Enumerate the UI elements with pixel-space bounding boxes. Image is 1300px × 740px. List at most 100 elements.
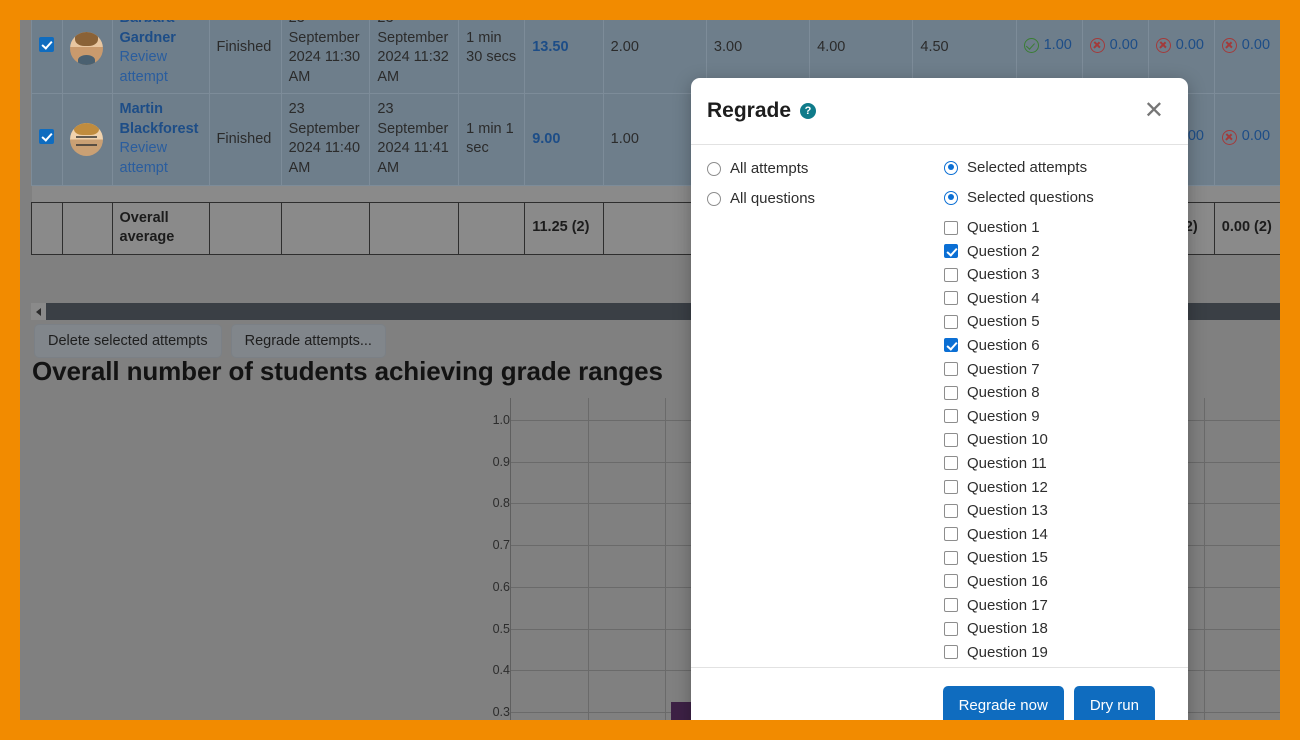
question-checkbox-item-1[interactable]: Question 1 [944, 219, 1170, 236]
question-label: Question 14 [967, 526, 1048, 543]
question-checkbox[interactable] [944, 456, 958, 470]
row-checkbox[interactable] [39, 129, 54, 144]
selection-radio-option-2[interactable]: Selected questions [944, 189, 1170, 206]
y-axis-tick: 0.3 [493, 705, 510, 719]
question-checkbox[interactable] [944, 551, 958, 565]
radio-button[interactable] [944, 191, 958, 205]
question-checkbox-item-14[interactable]: Question 14 [944, 526, 1170, 543]
duration-cell: 1 min 1 sec [459, 94, 525, 185]
row-select-cell[interactable] [32, 94, 63, 185]
question-checkbox-item-6[interactable]: Question 6 [944, 337, 1170, 354]
close-icon[interactable]: ✕ [1140, 97, 1168, 125]
started-cell: 23 September 2024 11:30 AM [281, 20, 370, 94]
question-label: Question 4 [967, 290, 1040, 307]
question-checkbox-item-15[interactable]: Question 15 [944, 549, 1170, 566]
avatar [70, 32, 103, 65]
question-checkbox[interactable] [944, 244, 958, 258]
question-checkbox-item-16[interactable]: Question 16 [944, 573, 1170, 590]
question-checkbox[interactable] [944, 433, 958, 447]
question-label: Question 5 [967, 313, 1040, 330]
question-label: Question 13 [967, 502, 1048, 519]
question-checkbox[interactable] [944, 598, 958, 612]
grade-cell: 9.00 [525, 94, 603, 185]
question-checkbox[interactable] [944, 315, 958, 329]
y-axis-tick: 0.8 [493, 496, 510, 510]
dry-run-button[interactable]: Dry run [1074, 686, 1155, 720]
avatar-cell [62, 94, 112, 185]
row-checkbox[interactable] [39, 37, 54, 52]
radio-button[interactable] [707, 162, 721, 176]
question-checkbox[interactable] [944, 291, 958, 305]
question-checkbox[interactable] [944, 409, 958, 423]
row-select-cell[interactable] [32, 20, 63, 94]
radio-button[interactable] [944, 161, 958, 175]
question-label: Question 12 [967, 479, 1048, 496]
question-label: Question 7 [967, 361, 1040, 378]
question-checkbox[interactable] [944, 338, 958, 352]
question-checkbox[interactable] [944, 504, 958, 518]
student-surname-link[interactable]: Blackforest [120, 120, 202, 140]
grid-line-vertical [665, 398, 666, 720]
question-mark-cell: 0.00 [1214, 20, 1280, 94]
student-surname-link[interactable]: Gardner [120, 29, 202, 49]
student-name-link[interactable]: Martin [120, 100, 202, 120]
question-checkbox-item-18[interactable]: Question 18 [944, 620, 1170, 637]
question-mark-icon[interactable]: ? [800, 103, 816, 119]
state-cell: Finished [209, 94, 281, 185]
average-label: Overall average [112, 202, 209, 254]
question-checkbox-item-10[interactable]: Question 10 [944, 431, 1170, 448]
selection-radio-option-1[interactable]: Selected attempts [944, 159, 1170, 176]
question-checkbox-item-3[interactable]: Question 3 [944, 266, 1170, 283]
question-checkbox-item-13[interactable]: Question 13 [944, 502, 1170, 519]
grade-cell: 13.50 [525, 20, 603, 94]
question-checkbox-item-17[interactable]: Question 17 [944, 597, 1170, 614]
question-label: Question 16 [967, 573, 1048, 590]
question-checkbox[interactable] [944, 362, 958, 376]
regrade-now-button[interactable]: Regrade now [943, 686, 1064, 720]
question-checkbox-item-9[interactable]: Question 9 [944, 408, 1170, 425]
question-mark-cell: 0.00 [1214, 94, 1280, 185]
question-checkbox[interactable] [944, 622, 958, 636]
radio-label: Selected questions [967, 189, 1094, 206]
scope-radio-option-1[interactable]: All attempts [707, 160, 944, 177]
question-label: Question 1 [967, 219, 1040, 236]
question-checkbox[interactable] [944, 480, 958, 494]
question-checkbox-item-7[interactable]: Question 7 [944, 361, 1170, 378]
review-attempt-link[interactable]: Review attempt [120, 48, 202, 87]
scope-radio-option-2[interactable]: All questions [707, 190, 944, 207]
y-axis-tick: 0.6 [493, 580, 510, 594]
mark-value: 0.00 [1242, 127, 1270, 147]
question-checkbox-item-11[interactable]: Question 11 [944, 455, 1170, 472]
student-name-link[interactable]: Barbara [120, 20, 202, 29]
radio-button[interactable] [707, 192, 721, 206]
question-label: Question 6 [967, 337, 1040, 354]
question-checkbox-item-2[interactable]: Question 2 [944, 243, 1170, 260]
question-checkbox[interactable] [944, 386, 958, 400]
grid-line-vertical [1204, 398, 1205, 720]
mark-value: 0.00 [1110, 36, 1138, 56]
average-grade: 11.25 (2) [525, 202, 603, 254]
y-axis-tick: 0.9 [493, 455, 510, 469]
question-checkbox-item-5[interactable]: Question 5 [944, 313, 1170, 330]
question-checkbox[interactable] [944, 221, 958, 235]
avatar [70, 123, 103, 156]
question-checkbox-item-4[interactable]: Question 4 [944, 290, 1170, 307]
question-checkbox-item-8[interactable]: Question 8 [944, 384, 1170, 401]
modal-header: Regrade ? ✕ [691, 78, 1188, 145]
question-checkbox-item-19[interactable]: Question 19 [944, 644, 1170, 661]
question-checkbox[interactable] [944, 645, 958, 659]
question-checkbox[interactable] [944, 574, 958, 588]
review-attempt-link[interactable]: Review attempt [120, 139, 202, 178]
completed-cell: 23 September 2024 11:32 AM [370, 20, 459, 94]
question-checkbox-item-12[interactable]: Question 12 [944, 479, 1170, 496]
regrade-attempts-button[interactable]: Regrade attempts... [231, 324, 386, 358]
incorrect-icon [1222, 130, 1237, 145]
question-checkbox[interactable] [944, 527, 958, 541]
question-label: Question 17 [967, 597, 1048, 614]
y-axis-tick: 0.5 [493, 622, 510, 636]
average-col-b: 0.00 (2) [1214, 202, 1280, 254]
question-checkbox[interactable] [944, 268, 958, 282]
correct-icon [1024, 38, 1039, 53]
delete-selected-attempts-button[interactable]: Delete selected attempts [34, 324, 222, 358]
scroll-left-arrow-icon[interactable] [31, 303, 46, 320]
